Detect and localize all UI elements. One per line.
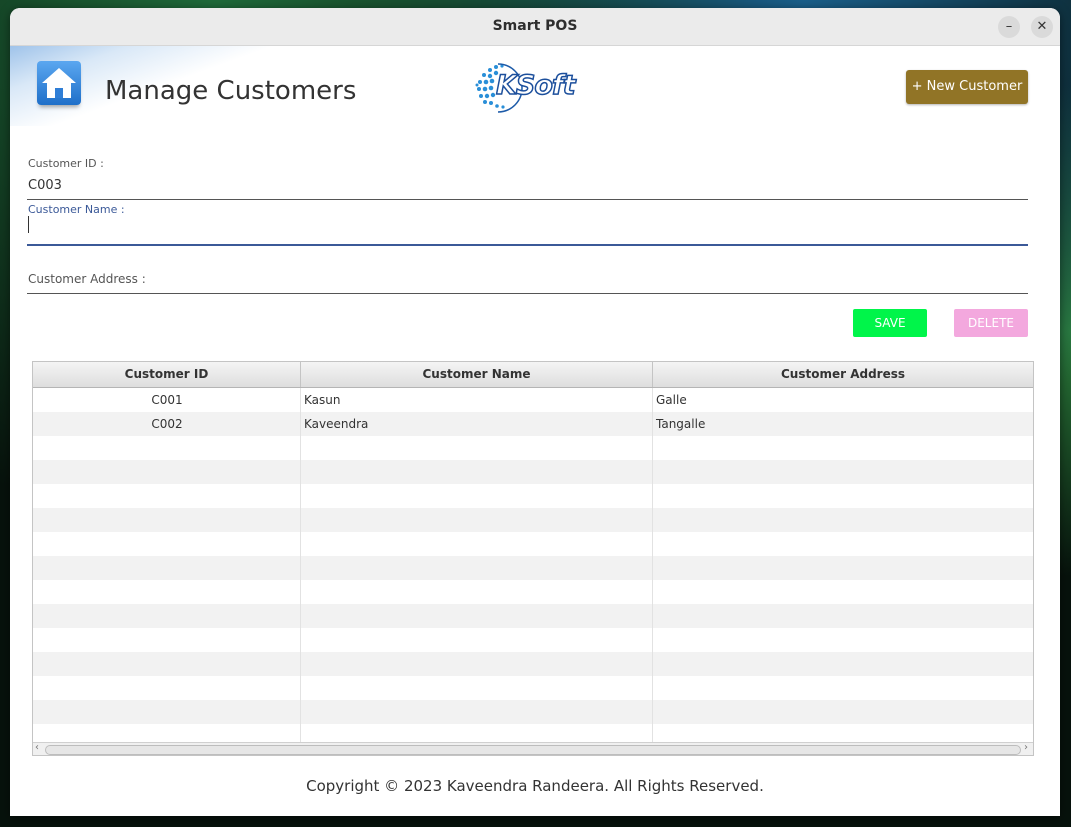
column-divider [300,388,301,742]
customer-id-underline [27,199,1028,200]
main-content: Manage Customers KSoft + New Customer Cu… [10,46,1060,816]
table-body: C001 Kasun Galle C002 Kaveendra Tangalle [33,388,1033,742]
title-bar[interactable]: Smart POS – ✕ [10,8,1060,46]
customer-address-underline [27,293,1028,294]
empty-row [33,700,1033,724]
column-header-customer-id[interactable]: Customer ID [33,362,301,387]
empty-row [33,580,1033,604]
home-icon[interactable] [37,61,81,105]
column-header-customer-name[interactable]: Customer Name [301,362,653,387]
empty-row [33,676,1033,700]
empty-row [33,532,1033,556]
ksoft-logo: KSoft [468,56,588,116]
cell-customer-id: C001 [151,393,183,407]
empty-row [33,652,1033,676]
empty-row [33,556,1033,580]
table-row[interactable]: C002 Kaveendra Tangalle [33,412,1033,436]
customer-id-field[interactable]: C003 [28,178,62,193]
cell-customer-id: C002 [151,417,183,431]
page-title: Manage Customers [105,76,357,106]
cell-customer-address: Tangalle [656,417,706,431]
delete-button[interactable]: DELETE [954,309,1028,337]
customer-name-label: Customer Name : [28,203,125,216]
customer-id-label: Customer ID : [28,157,104,170]
table-row[interactable]: C001 Kasun Galle [33,388,1033,412]
empty-row [33,436,1033,460]
cell-customer-address: Galle [656,393,687,407]
scroll-left-icon[interactable]: ‹ [35,742,39,753]
column-divider [652,388,653,742]
app-window: Smart POS – ✕ Manage Customers KSoft + N… [10,8,1060,816]
new-customer-button[interactable]: + New Customer [906,70,1028,104]
copyright-footer: Copyright © 2023 Kaveendra Randeera. All… [306,777,764,795]
close-button[interactable]: ✕ [1031,16,1053,38]
empty-row [33,484,1033,508]
home-glyph [42,68,76,98]
empty-row [33,628,1033,652]
scroll-right-icon[interactable]: › [1024,742,1028,753]
customer-name-underline [27,244,1028,246]
column-header-customer-address[interactable]: Customer Address [653,362,1033,387]
customer-address-field[interactable]: Customer Address : [28,272,146,286]
minimize-button[interactable]: – [998,16,1020,38]
window-title: Smart POS [492,18,578,34]
empty-row [33,508,1033,532]
cell-customer-name: Kaveendra [304,417,369,431]
empty-row [33,604,1033,628]
save-button[interactable]: SAVE [853,309,927,337]
logo-text: KSoft [495,69,576,102]
scrollbar-thumb[interactable] [45,745,1021,755]
cell-customer-name: Kasun [304,393,341,407]
empty-row [33,460,1033,484]
customer-table[interactable]: Customer ID Customer Name Customer Addre… [32,361,1034,756]
text-caret [28,216,29,233]
horizontal-scrollbar[interactable]: ‹ › [33,742,1033,755]
table-header: Customer ID Customer Name Customer Addre… [33,362,1033,388]
